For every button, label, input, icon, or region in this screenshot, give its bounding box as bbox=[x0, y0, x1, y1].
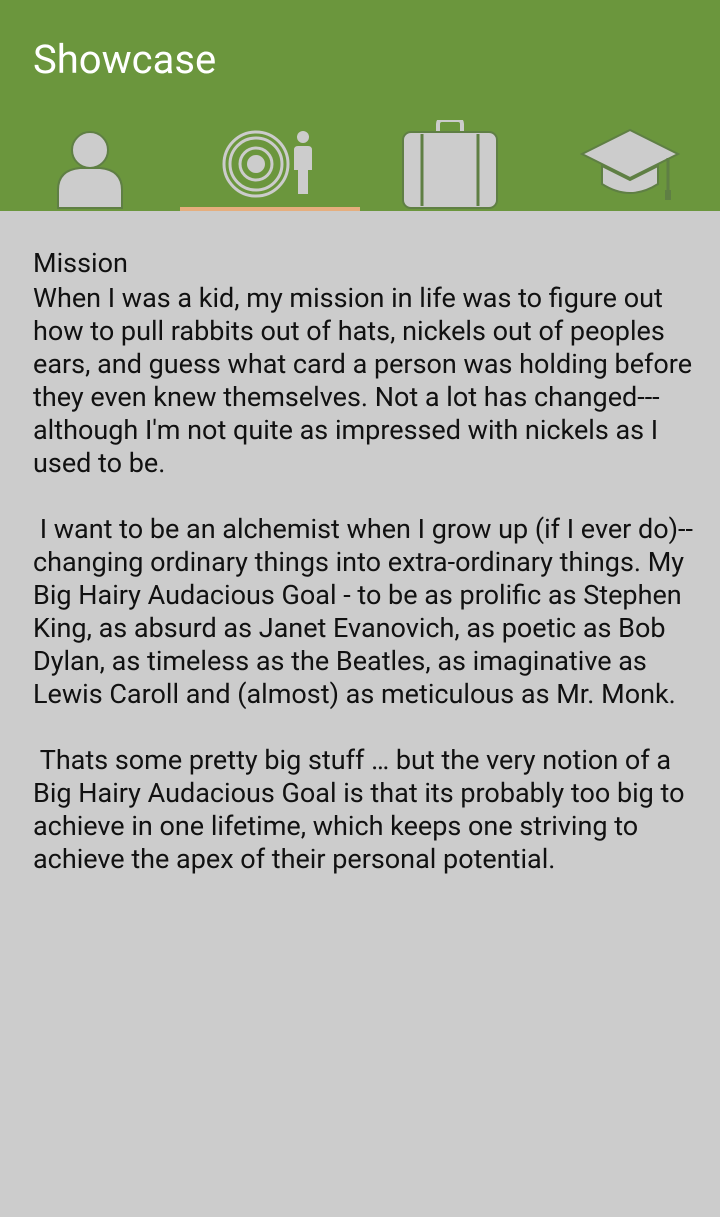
tab-education[interactable] bbox=[540, 110, 720, 211]
tab-profile[interactable] bbox=[0, 110, 180, 211]
tab-work[interactable] bbox=[360, 110, 540, 211]
mission-body: When I was a kid, my mission in life was… bbox=[33, 282, 693, 875]
tab-indicator bbox=[180, 207, 360, 211]
tab-bar bbox=[0, 110, 720, 211]
app-title: Showcase bbox=[33, 36, 217, 83]
tab-mission[interactable] bbox=[180, 110, 360, 211]
app-bar: Showcase bbox=[0, 0, 720, 211]
mission-section: Mission When I was a kid, my mission in … bbox=[33, 244, 693, 876]
mission-heading: Mission bbox=[33, 247, 128, 279]
person-icon bbox=[57, 131, 123, 209]
briefcase-icon bbox=[402, 120, 498, 209]
graduation-cap-icon bbox=[580, 128, 680, 200]
mission-target-icon bbox=[222, 130, 312, 198]
